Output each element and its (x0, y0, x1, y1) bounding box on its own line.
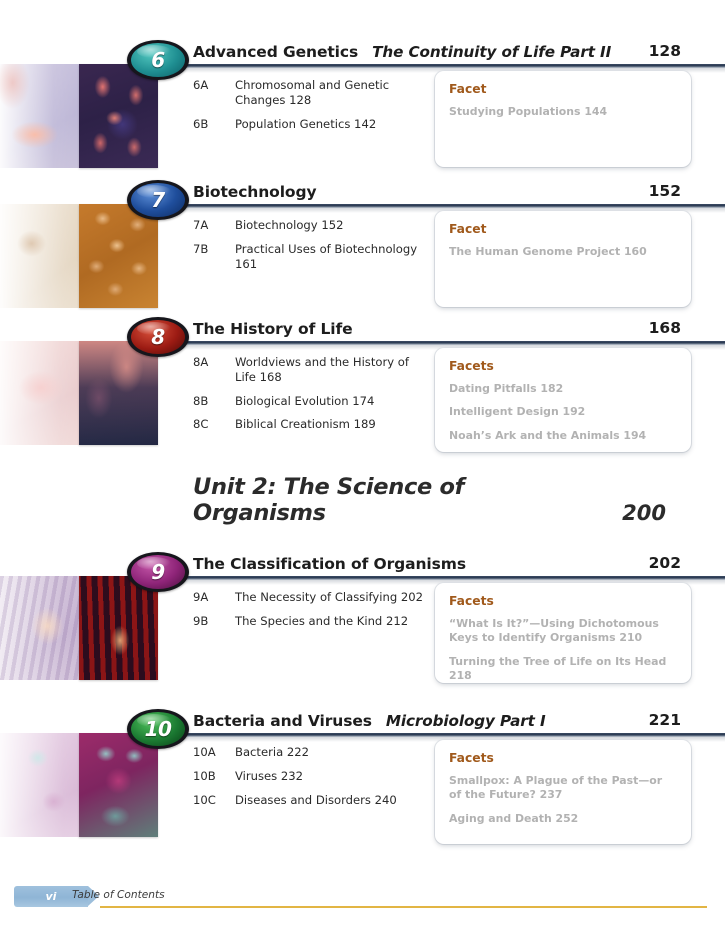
section-item: 10B Viruses 232 (193, 769, 443, 784)
chapter-header: Advanced Genetics The Continuity of Life … (193, 42, 711, 68)
chapter-number-badge: 8 (127, 317, 189, 357)
chapter-number-badge: 6 (127, 40, 189, 80)
facet-item: “What Is It?”—Using Dichotomous Keys to … (449, 617, 659, 645)
chapter-title: Bacteria and Viruses (193, 712, 372, 730)
facet-item: Intelligent Design 192 (449, 405, 586, 419)
facet-item: Aging and Death 252 (449, 811, 579, 825)
facet-heading: Facet (449, 82, 487, 96)
section-title: Diseases and Disorders 240 (235, 792, 397, 807)
section-id: 6B (193, 116, 209, 131)
chapter-number: 7 (151, 188, 165, 212)
facet-heading: Facets (449, 594, 494, 608)
facet-box: Facet The Human Genome Project 160 (435, 211, 691, 307)
chapter-page-number: 202 (648, 554, 681, 572)
section-title: Practical Uses of Biotechnology 161 (235, 241, 418, 271)
facet-item: Studying Populations 144 (449, 105, 608, 118)
facet-box: Facets Dating Pitfalls 182 Intelligent D… (435, 348, 691, 452)
chapter-header: The History of Life 168 (193, 319, 711, 345)
section-title: Worldviews and the History of Life 168 (235, 355, 409, 384)
chapter-number-badge: 10 (127, 709, 189, 749)
facet-item: Dating Pitfalls 182 (449, 382, 564, 395)
toc-page: 6 Advanced Genetics The Continuity of Lif… (0, 0, 725, 939)
section-item: 8B Biological Evolution 174 (193, 394, 423, 409)
chapter-header: Biotechnology 152 (193, 182, 711, 208)
section-title: Biblical Creationism 189 (235, 417, 376, 432)
chapter-subtitle: The Continuity of Life Part II (372, 43, 612, 61)
chapter-number: 10 (144, 717, 172, 741)
facet-box: Facets “What Is It?”—Using Dichotomous K… (435, 583, 691, 683)
unit-title: Unit 2: The Science of Organisms (193, 474, 465, 527)
chapter-title: The History of Life (193, 320, 353, 338)
chapter-number-badge: 9 (127, 552, 189, 592)
section-title: Chromosomal and Genetic Changes 128 (235, 78, 390, 107)
section-id: 9B (193, 613, 209, 628)
page-footer: vi Table of Contents (0, 886, 725, 912)
section-id: 9A (193, 590, 209, 604)
facet-box: Facets Smallpox: A Plague of the Past—or… (435, 740, 691, 844)
chapter-section-list: 6A Chromosomal and Genetic Changes 128 6… (193, 78, 423, 140)
facet-box: Facet Studying Populations 144 (435, 71, 691, 167)
unit-page-number: 200 (622, 501, 666, 526)
chapter-number: 9 (151, 560, 165, 584)
chapter-title: The Classification of Organisms (193, 555, 466, 573)
section-title: Biotechnology 152 (235, 218, 344, 232)
chapter-section-list: 7A Biotechnology 152 7B Practical Uses o… (193, 218, 423, 280)
facet-heading: Facets (449, 751, 494, 765)
chapter-number-badge: 7 (127, 180, 189, 220)
chapter-header: Bacteria and Viruses Microbiology Part I … (193, 711, 711, 737)
facet-item: Smallpox: A Plague of the Past—or of the… (449, 774, 663, 802)
facet-item: Turning the Tree of Life on Its Head 218 (449, 654, 667, 683)
facet-heading: Facet (449, 222, 487, 236)
section-id: 8A (193, 355, 209, 369)
chapter-section-list: 9A The Necessity of Classifying 202 9B T… (193, 590, 443, 638)
facet-item: The Human Genome Project 160 (449, 245, 647, 258)
chapter-page-number: 221 (648, 711, 681, 729)
section-title: The Necessity of Classifying 202 (235, 590, 424, 604)
section-item: 6B Population Genetics 142 (193, 117, 423, 132)
section-item: 8A Worldviews and the History of Life 16… (193, 355, 423, 385)
section-item: 6A Chromosomal and Genetic Changes 128 (193, 78, 423, 108)
footer-rule (100, 906, 707, 908)
section-id: 7B (193, 241, 209, 256)
section-id: 10A (193, 745, 216, 759)
section-id: 7A (193, 218, 209, 232)
chapter-header: The Classification of Organisms 202 (193, 554, 711, 580)
chapter-page-number: 152 (648, 182, 681, 200)
chapter-section-list: 10A Bacteria 222 10B Viruses 232 10C Dis… (193, 745, 443, 816)
section-title: Viruses 232 (235, 768, 304, 783)
chapter-number: 8 (151, 325, 165, 349)
section-id: 8B (193, 393, 209, 408)
section-item: 8C Biblical Creationism 189 (193, 417, 423, 432)
section-title: Bacteria 222 (235, 745, 310, 759)
section-item: 7B Practical Uses of Biotechnology 161 (193, 242, 423, 272)
facet-item: Noah’s Ark and the Animals 194 (449, 428, 647, 442)
chapter-page-number: 128 (648, 42, 681, 60)
footer-label: Table of Contents (72, 889, 165, 901)
section-id: 10B (193, 768, 216, 783)
section-id: 8C (193, 417, 209, 432)
chapter-page-number: 168 (648, 319, 681, 337)
section-item: 9A The Necessity of Classifying 202 (193, 590, 443, 605)
section-item: 9B The Species and the Kind 212 (193, 614, 443, 629)
chapter-subtitle: Microbiology Part I (385, 712, 546, 730)
chapter-title: Advanced Genetics (193, 43, 359, 61)
section-item: 7A Biotechnology 152 (193, 218, 423, 233)
unit-heading: Unit 2: The Science of Organisms 200 (193, 474, 693, 526)
section-item: 10C Diseases and Disorders 240 (193, 793, 443, 808)
section-title: Biological Evolution 174 (235, 393, 375, 408)
chapter-number: 6 (151, 48, 165, 72)
section-title: Population Genetics 142 (235, 116, 377, 131)
section-title: The Species and the Kind 212 (235, 613, 409, 628)
chapter-section-list: 8A Worldviews and the History of Life 16… (193, 355, 423, 441)
section-item: 10A Bacteria 222 (193, 745, 443, 760)
chapter-title: Biotechnology (193, 183, 317, 201)
section-id: 10C (193, 792, 216, 807)
section-id: 6A (193, 78, 209, 92)
facet-heading: Facets (449, 359, 494, 373)
